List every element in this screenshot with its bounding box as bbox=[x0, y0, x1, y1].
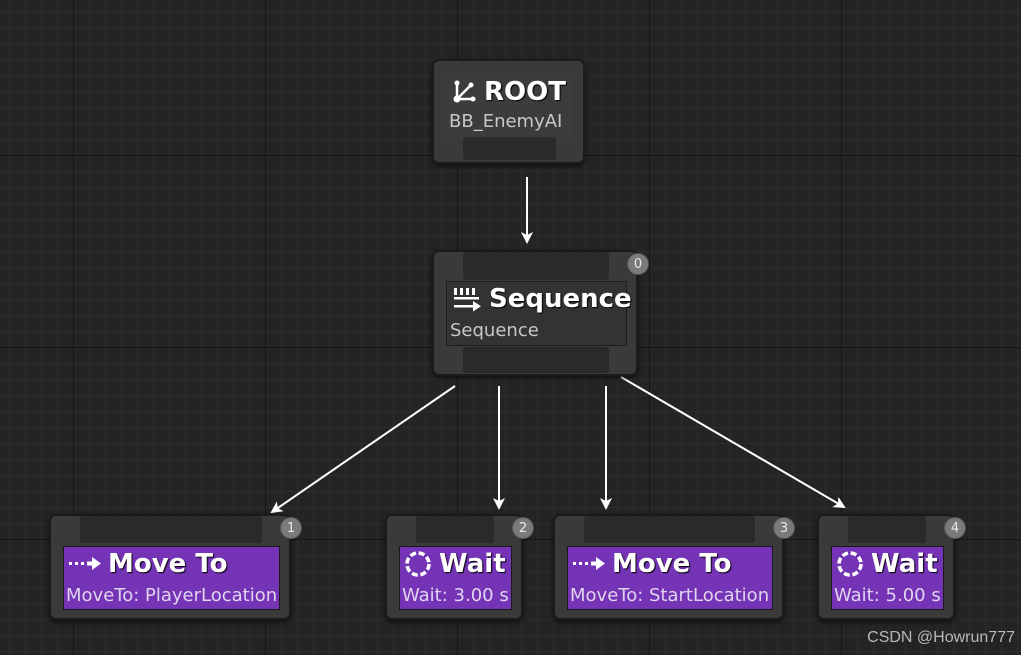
task-node-wait-5[interactable]: Wait Wait: 5.00 s 4 bbox=[817, 514, 966, 620]
task-node-body: Move To MoveTo: StartLocation bbox=[567, 546, 773, 610]
task-title-row: Wait bbox=[403, 549, 506, 579]
sequence-node-body: Sequence Sequence bbox=[446, 281, 632, 346]
root-node-body: ROOT BB_EnemyAI bbox=[446, 73, 573, 139]
sequence-node-title: Sequence bbox=[489, 284, 632, 314]
wire-sequence-task-1 bbox=[270, 385, 456, 514]
execution-index-badge: 4 bbox=[944, 517, 966, 539]
execution-index-badge: 0 bbox=[627, 253, 649, 275]
sequence-input-pin[interactable] bbox=[463, 252, 609, 280]
task-node-body: Move To MoveTo: PlayerLocation bbox=[63, 546, 280, 610]
task-title: Move To bbox=[612, 549, 732, 579]
wait-icon bbox=[403, 549, 433, 579]
task-subtitle: MoveTo: PlayerLocation bbox=[66, 585, 278, 606]
move-to-icon bbox=[68, 552, 102, 576]
root-node[interactable]: ROOT BB_EnemyAI bbox=[432, 59, 585, 164]
sequence-output-pin[interactable] bbox=[463, 347, 609, 373]
move-to-icon bbox=[572, 552, 606, 576]
task-title: Wait bbox=[871, 549, 938, 579]
branch-icon bbox=[450, 78, 478, 106]
sequence-node-subtitle: Sequence bbox=[450, 320, 539, 341]
task-input-pin[interactable] bbox=[584, 516, 755, 543]
task-node-body: Wait Wait: 5.00 s bbox=[831, 546, 944, 610]
task-node-wait-3[interactable]: Wait Wait: 3.00 s 2 bbox=[385, 514, 534, 620]
task-node-move-to-start[interactable]: Move To MoveTo: StartLocation 3 bbox=[553, 514, 795, 620]
task-title: Wait bbox=[439, 549, 506, 579]
sequence-node[interactable]: Sequence Sequence 0 bbox=[432, 250, 649, 376]
root-node-subtitle: BB_EnemyAI bbox=[449, 111, 563, 132]
task-title-row: Wait bbox=[835, 549, 938, 579]
task-subtitle: Wait: 3.00 s bbox=[402, 585, 509, 606]
task-node-move-to-player[interactable]: Move To MoveTo: PlayerLocation 1 bbox=[49, 514, 302, 620]
root-output-pin[interactable] bbox=[463, 137, 556, 160]
task-input-pin[interactable] bbox=[80, 516, 262, 543]
execution-index-badge: 3 bbox=[773, 517, 795, 539]
root-node-title-row: ROOT bbox=[450, 77, 566, 107]
task-subtitle: Wait: 5.00 s bbox=[834, 585, 941, 606]
sequence-icon bbox=[451, 285, 483, 313]
task-title-row: Move To bbox=[68, 549, 228, 579]
execution-index-badge: 2 bbox=[512, 517, 534, 539]
task-input-pin[interactable] bbox=[848, 516, 926, 543]
task-title-row: Move To bbox=[572, 549, 732, 579]
task-input-pin[interactable] bbox=[416, 516, 494, 543]
task-title: Move To bbox=[108, 549, 228, 579]
task-node-body: Wait Wait: 3.00 s bbox=[399, 546, 512, 610]
wire-sequence-task-4 bbox=[620, 376, 846, 509]
sequence-node-title-row: Sequence bbox=[451, 284, 632, 314]
watermark: CSDN @Howrun777 bbox=[867, 629, 1015, 646]
task-subtitle: MoveTo: StartLocation bbox=[570, 585, 770, 606]
wait-icon bbox=[835, 549, 865, 579]
root-node-title: ROOT bbox=[484, 77, 566, 107]
execution-index-badge: 1 bbox=[280, 517, 302, 539]
